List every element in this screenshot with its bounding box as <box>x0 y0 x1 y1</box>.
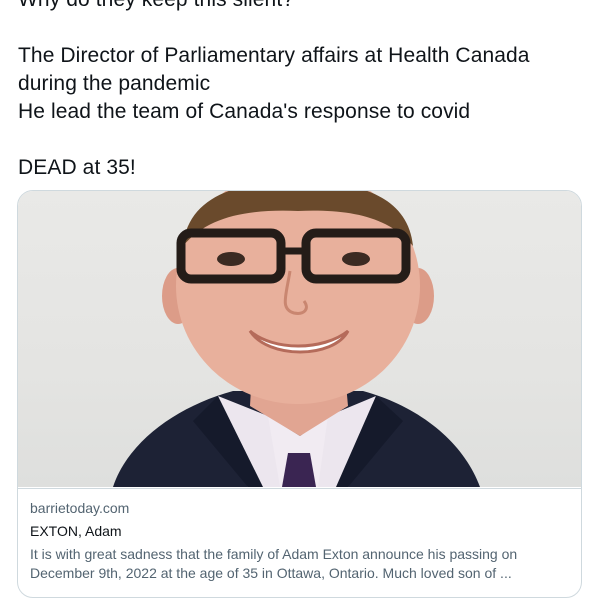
card-title: EXTON, Adam <box>30 523 122 539</box>
portrait-image <box>113 191 480 487</box>
line-break <box>18 14 588 42</box>
card-domain: barrietoday.com <box>30 500 130 516</box>
card-body[interactable]: barrietoday.com EXTON, Adam It is with g… <box>18 488 581 597</box>
tweet-line: He lead the team of Canada's response to… <box>18 100 471 123</box>
card-description: It is with great sadness that the family… <box>30 546 518 581</box>
tweet-text: Why do they keep this silent? The Direct… <box>18 0 588 182</box>
card-image[interactable] <box>18 191 581 487</box>
tweet-line: Why do they keep this silent? <box>18 0 588 14</box>
tweet-line: during the pandemic <box>18 72 211 95</box>
tweet-line: The Director of Parliamentary affairs at… <box>18 44 530 67</box>
line-break <box>18 126 588 154</box>
tweet-line: DEAD at 35! <box>18 156 136 179</box>
link-preview-card[interactable]: barrietoday.com EXTON, Adam It is with g… <box>17 190 582 598</box>
